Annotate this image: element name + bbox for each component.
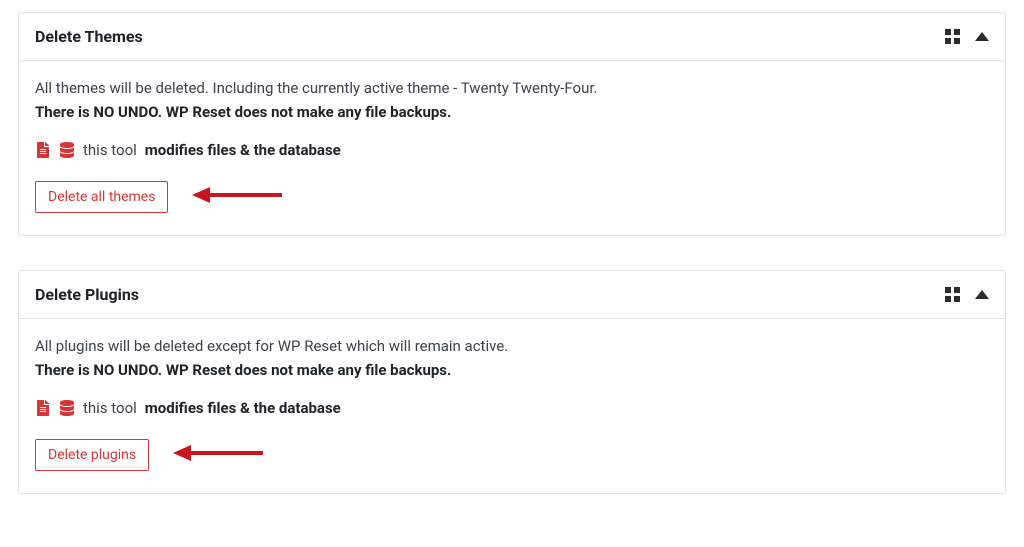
- database-icon: [59, 142, 75, 158]
- tool-emphasis-text: modifies files & the database: [145, 141, 341, 159]
- delete-plugins-button[interactable]: Delete plugins: [35, 439, 149, 471]
- button-row: Delete all themes: [35, 181, 989, 213]
- card-body: All themes will be deleted. Including th…: [19, 61, 1005, 235]
- tool-prefix-text: this tool: [83, 141, 137, 159]
- card-controls: [945, 29, 989, 45]
- grid-icon[interactable]: [945, 29, 961, 45]
- card-delete-themes: Delete Themes All themes will be deleted…: [18, 12, 1006, 236]
- file-icon: [35, 400, 51, 416]
- grid-icon[interactable]: [945, 287, 961, 303]
- description-text: All plugins will be deleted except for W…: [35, 337, 989, 355]
- chevron-up-icon[interactable]: [975, 290, 989, 299]
- card-title: Delete Plugins: [35, 285, 139, 304]
- card-body: All plugins will be deleted except for W…: [19, 319, 1005, 493]
- card-controls: [945, 287, 989, 303]
- arrow-annotation-icon: [173, 442, 263, 468]
- tool-prefix-text: this tool: [83, 399, 137, 417]
- warning-text: There is NO UNDO. WP Reset does not make…: [35, 103, 989, 121]
- card-delete-plugins: Delete Plugins All plugins will be delet…: [18, 270, 1006, 494]
- warning-text: There is NO UNDO. WP Reset does not make…: [35, 361, 989, 379]
- card-header: Delete Plugins: [19, 271, 1005, 319]
- description-text: All themes will be deleted. Including th…: [35, 79, 989, 97]
- button-row: Delete plugins: [35, 439, 989, 471]
- tool-line: this tool modifies files & the database: [35, 399, 989, 417]
- delete-all-themes-button[interactable]: Delete all themes: [35, 181, 168, 213]
- card-header: Delete Themes: [19, 13, 1005, 61]
- tool-emphasis-text: modifies files & the database: [145, 399, 341, 417]
- tool-line: this tool modifies files & the database: [35, 141, 989, 159]
- chevron-up-icon[interactable]: [975, 32, 989, 41]
- database-icon: [59, 400, 75, 416]
- file-icon: [35, 142, 51, 158]
- card-title: Delete Themes: [35, 27, 143, 46]
- arrow-annotation-icon: [192, 184, 282, 210]
